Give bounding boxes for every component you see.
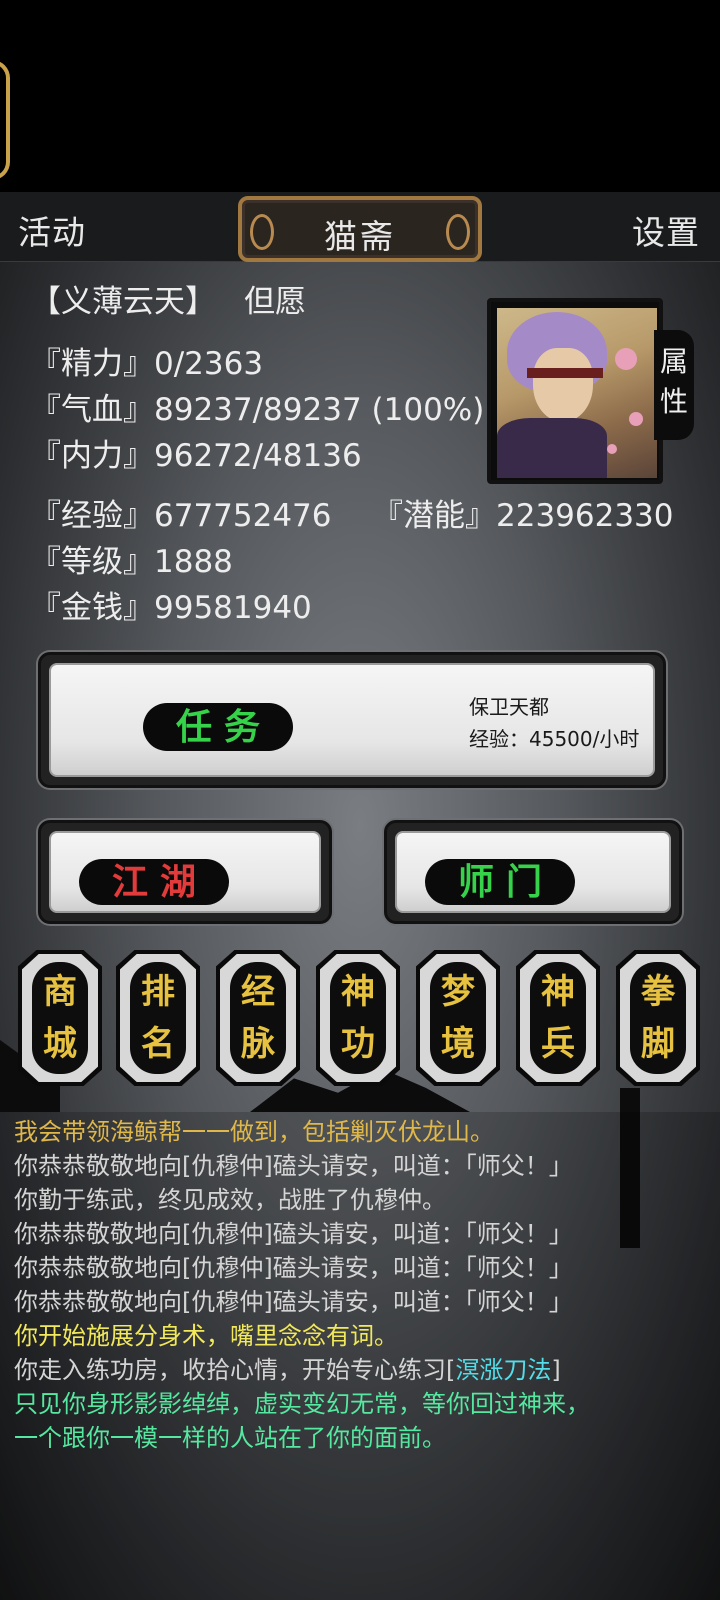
hex-button-meridians[interactable]: 经脉 <box>216 950 300 1086</box>
hex-button-label: 梦境 <box>441 972 475 1064</box>
jianghu-button-label: 江湖 <box>79 859 229 905</box>
corner-ornament <box>0 60 10 180</box>
hex-button-divine-weapon[interactable]: 神兵 <box>516 950 600 1086</box>
hex-button-label: 排名 <box>141 972 175 1064</box>
log-line: 一个跟你一模一样的人站在了你的面前。 <box>14 1424 446 1452</box>
jianghu-card[interactable]: 江湖 <box>38 820 332 924</box>
character-name: 但愿 <box>244 284 306 320</box>
stat-mp: 『内力』96272/48136 <box>30 430 362 475</box>
stat-gold-value: 99581940 <box>154 590 312 626</box>
stat-exp-value: 677752476 <box>154 498 332 534</box>
stat-level-label: 『等级』 <box>30 544 154 580</box>
stat-hp-label: 『气血』 <box>30 392 154 428</box>
stat-level-value: 1888 <box>154 544 233 580</box>
hex-button-label: 神兵 <box>541 972 575 1064</box>
log-line: 你开始施展分身术，嘴里念念有词。 <box>14 1322 398 1350</box>
log-line: 你勤于练武，终见成效，战胜了仇穆仲。 <box>14 1186 446 1214</box>
task-info: 保卫天都 经验：45500/小时 <box>469 691 639 755</box>
stat-energy-value: 0/2363 <box>154 346 264 382</box>
character-title: 【义薄云天】 <box>30 284 216 320</box>
settings-button[interactable]: 设置 <box>632 206 700 254</box>
task-button-label: 任务 <box>143 703 293 751</box>
log-line: 你恭恭敬敬地向[仇穆仲]磕头请安，叫道：「师父！」 <box>14 1288 573 1316</box>
message-log[interactable]: 我会带领海鲸帮一一做到，包括剿灭伏龙山。 你恭恭敬敬地向[仇穆仲]磕头请安，叫道… <box>0 1112 720 1600</box>
stat-mp-value: 96272/48136 <box>154 438 362 474</box>
hex-button-shop[interactable]: 商城 <box>18 950 102 1086</box>
task-name: 保卫天都 <box>469 695 549 719</box>
stat-energy: 『精力』0/2363 <box>30 338 263 383</box>
page-title: 猫斋 <box>324 217 396 256</box>
hex-button-label: 商城 <box>43 972 77 1064</box>
log-line: 你恭恭敬敬地向[仇穆仲]磕头请安，叫道：「师父！」 <box>14 1220 573 1248</box>
stat-hp: 『气血』89237/89237 (100%) <box>30 384 484 429</box>
log-line: 你恭恭敬敬地向[仇穆仲]磕头请安，叫道：「师父！」 <box>14 1254 573 1282</box>
activity-button[interactable]: 活动 <box>18 206 86 254</box>
hex-button-divine-skill[interactable]: 神功 <box>316 950 400 1086</box>
shimen-card-face: 师门 <box>395 831 671 913</box>
task-exp-rate: 经验：45500/小时 <box>469 727 640 751</box>
stat-level: 『等级』1888 <box>30 536 233 581</box>
hex-button-label: 经脉 <box>241 972 275 1064</box>
log-line: 你走入练功房，收拾心情，开始专心练习[溟涨刀法] <box>14 1350 561 1385</box>
attributes-tab-label: 属性 <box>659 345 688 418</box>
shimen-button-label: 师门 <box>425 859 575 905</box>
hex-button-fists[interactable]: 拳脚 <box>616 950 700 1086</box>
stat-exp: 『经验』677752476 <box>30 490 332 535</box>
hex-button-dream[interactable]: 梦境 <box>416 950 500 1086</box>
stat-potential-value: 223962330 <box>496 498 674 534</box>
stat-energy-label: 『精力』 <box>30 346 154 382</box>
log-line: 我会带领海鲸帮一一做到，包括剿灭伏龙山。 <box>14 1118 494 1146</box>
character-portrait[interactable] <box>487 298 663 484</box>
log-skill-name: 溟涨刀法 <box>455 1356 552 1384</box>
stat-gold-label: 『金钱』 <box>30 590 154 626</box>
hex-button-label: 神功 <box>341 972 375 1064</box>
title-plaque: 猫斋 <box>238 196 482 262</box>
task-card[interactable]: 任务 保卫天都 经验：45500/小时 <box>38 652 666 788</box>
stat-exp-label: 『经验』 <box>30 498 154 534</box>
stat-potential-label: 『潜能』 <box>372 498 496 534</box>
character-name-line: 【义薄云天】 但愿 <box>30 276 306 321</box>
task-card-face: 任务 保卫天都 经验：45500/小时 <box>49 663 655 777</box>
attributes-tab[interactable]: 属性 <box>654 330 694 440</box>
log-line: 只见你身形影影绰绰，虚实变幻无常，等你回过神来， <box>14 1390 590 1418</box>
log-text: 你走入练功房，收拾心情，开始专心练习[ <box>14 1356 456 1384</box>
stat-hp-value: 89237/89237 (100%) <box>154 392 485 428</box>
stat-gold: 『金钱』99581940 <box>30 582 312 627</box>
log-line: 你恭恭敬敬地向[仇穆仲]磕头请安，叫道：「师父！」 <box>14 1152 573 1180</box>
stat-potential: 『潜能』223962330 <box>372 490 674 535</box>
stat-mp-label: 『内力』 <box>30 438 154 474</box>
hex-button-ranking[interactable]: 排名 <box>116 950 200 1086</box>
shimen-card[interactable]: 师门 <box>384 820 682 924</box>
jianghu-card-face: 江湖 <box>49 831 321 913</box>
top-black-area <box>0 0 720 192</box>
log-text: ] <box>551 1356 561 1384</box>
hex-button-label: 拳脚 <box>641 972 675 1064</box>
portrait-art <box>497 308 657 478</box>
